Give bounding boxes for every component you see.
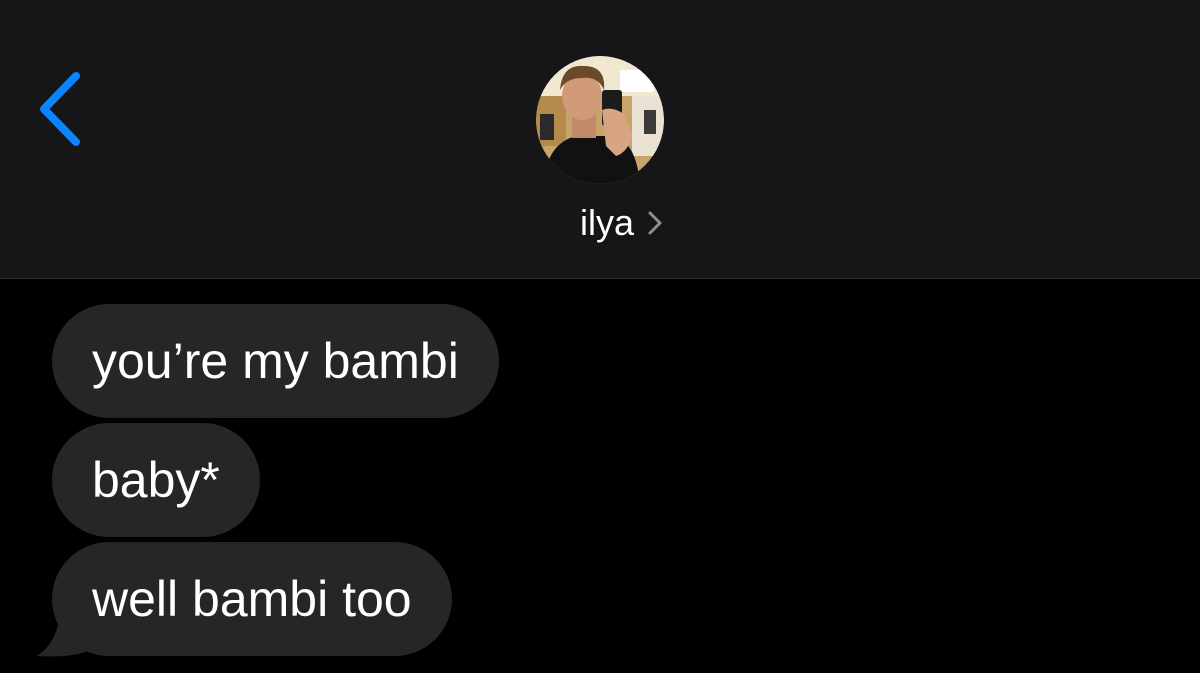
- message-text: well bambi too: [92, 571, 412, 627]
- message-text: baby*: [92, 452, 220, 508]
- chevron-left-icon: [40, 72, 80, 146]
- conversation-header: ilya: [0, 0, 1200, 279]
- back-button[interactable]: [30, 66, 94, 152]
- message-bubble-incoming[interactable]: baby*: [52, 423, 260, 537]
- avatar-photo: [536, 56, 664, 184]
- message-bubble-incoming[interactable]: well bambi too: [52, 542, 452, 656]
- message-bubble-incoming[interactable]: you’re my bambi: [52, 304, 499, 418]
- chevron-right-icon: [648, 211, 662, 235]
- message-text: you’re my bambi: [92, 333, 459, 389]
- contact-avatar[interactable]: [536, 56, 664, 184]
- contact-name: ilya: [579, 202, 635, 243]
- contact-details-button[interactable]: ilya: [0, 198, 1200, 248]
